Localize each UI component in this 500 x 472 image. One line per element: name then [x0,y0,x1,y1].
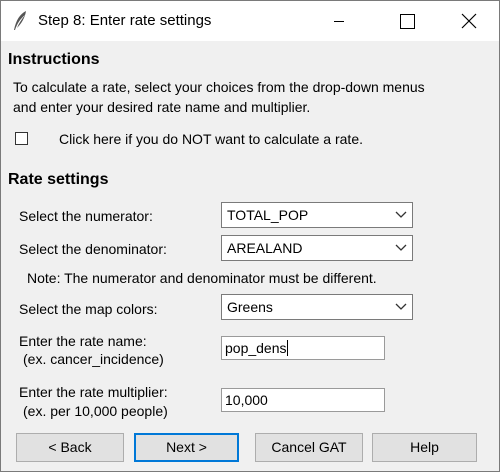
dialog-window: Step 8: Enter rate settings Instructions… [0,0,500,472]
no-rate-checkbox[interactable] [15,132,28,145]
maximize-button[interactable] [384,1,430,41]
no-rate-checkbox-label[interactable]: Click here if you do NOT want to calcula… [59,131,363,147]
denominator-label: Select the denominator: [19,241,167,257]
numerator-label: Select the numerator: [19,208,153,224]
instructions-heading: Instructions [8,51,100,68]
minimize-button[interactable] [316,1,362,41]
cancel-gat-button[interactable]: Cancel GAT [255,433,363,462]
next-button[interactable]: Next > [134,433,239,462]
denominator-select[interactable]: AREALAND [221,235,413,261]
instructions-line-1: To calculate a rate, select your choices… [13,79,425,95]
multiplier-example: (ex. per 10,000 people) [23,403,168,419]
instructions-line-2: and enter your desired rate name and mul… [13,99,311,115]
text-cursor [286,340,288,356]
map-colors-select[interactable]: Greens [221,294,413,320]
multiplier-input[interactable]: 10,000 [221,388,385,412]
map-colors-label: Select the map colors: [19,301,158,317]
feather-icon [14,11,26,30]
title-bar: Step 8: Enter rate settings [1,1,499,41]
rate-name-value: pop_dens [225,340,287,356]
chevron-down-icon [395,211,407,218]
rate-name-example: (ex. cancer_incidence) [23,351,164,367]
map-colors-value: Greens [227,299,273,315]
back-button[interactable]: < Back [16,433,124,462]
help-button[interactable]: Help [372,433,477,462]
rate-name-input[interactable]: pop_dens [221,336,385,360]
different-note: Note: The numerator and denominator must… [27,270,377,286]
multiplier-value: 10,000 [225,392,268,408]
rate-name-label: Enter the rate name: [19,333,147,349]
denominator-value: AREALAND [227,240,303,256]
close-button[interactable] [446,1,492,41]
multiplier-label: Enter the rate multiplier: [19,384,168,400]
close-icon [461,13,477,29]
numerator-value: TOTAL_POP [227,207,309,223]
rate-settings-heading: Rate settings [8,171,109,188]
chevron-down-icon [395,303,407,310]
window-title: Step 8: Enter rate settings [38,12,212,29]
chevron-down-icon [395,244,407,251]
numerator-select[interactable]: TOTAL_POP [221,202,413,228]
